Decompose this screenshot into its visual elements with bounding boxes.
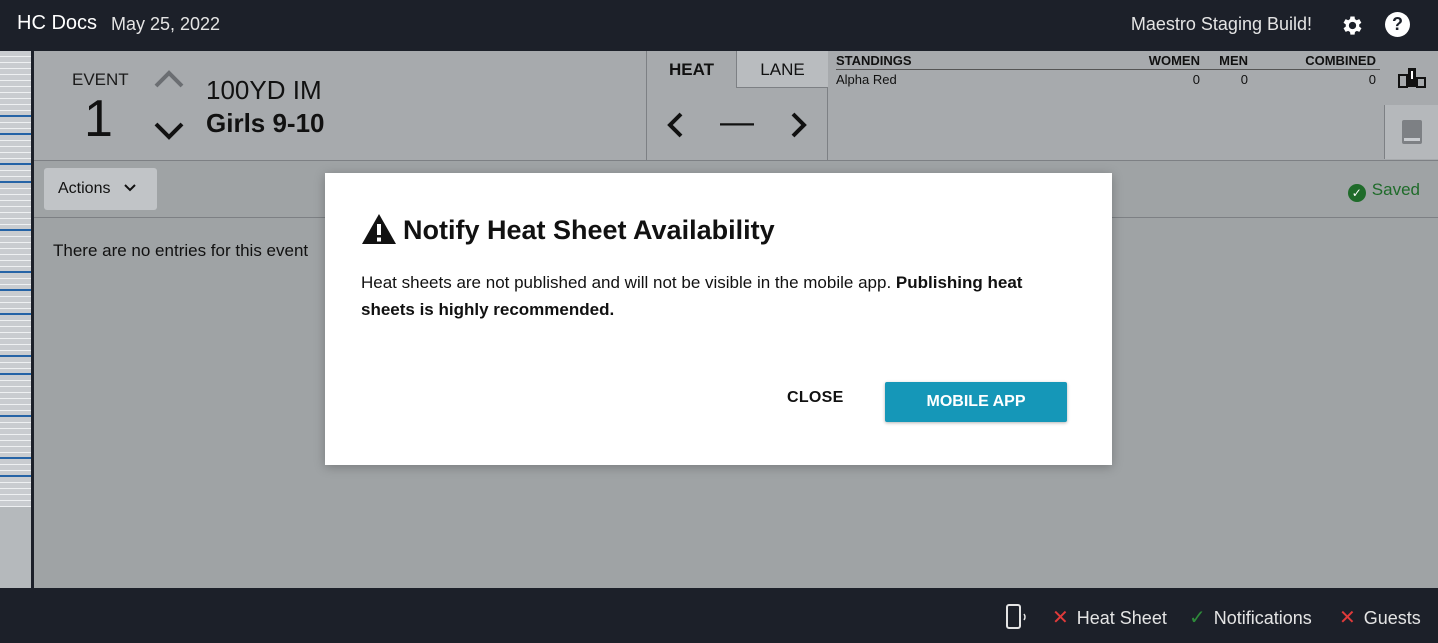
- men-header: MEN: [1219, 53, 1248, 68]
- gear-icon[interactable]: [1340, 13, 1365, 38]
- actions-label: Actions: [58, 180, 111, 197]
- standings-header: STANDINGS WOMEN MEN COMBINED: [836, 53, 1380, 70]
- book-button[interactable]: [1384, 105, 1438, 159]
- actions-button[interactable]: Actions: [44, 168, 157, 210]
- dialog-title: Notify Heat Sheet Availability: [361, 213, 775, 246]
- dialog-body: Heat sheets are not published and will n…: [361, 269, 1081, 323]
- women-score: 0: [1192, 72, 1200, 87]
- top-bar: HC Docs May 25, 2022 Maestro Staging Bui…: [0, 0, 1438, 51]
- men-score: 0: [1240, 72, 1248, 87]
- event-number: 1: [84, 90, 113, 148]
- combined-header: COMBINED: [1305, 53, 1376, 68]
- dialog-title-text: Notify Heat Sheet Availability: [403, 215, 775, 245]
- x-icon: ✕: [1339, 607, 1356, 629]
- warning-icon: [362, 214, 396, 244]
- table-row: Alpha Red 0 0 0: [836, 72, 1380, 88]
- build-label: Maestro Staging Build!: [1130, 14, 1312, 34]
- notifications-status[interactable]: ✓ Notifications: [1189, 605, 1312, 630]
- empty-message: There are no entries for this event: [53, 241, 309, 260]
- next-heat-icon[interactable]: [789, 111, 809, 139]
- combined-score: 0: [1368, 72, 1376, 87]
- mobile-app-settings-button[interactable]: MOBILE APP SETTINGS: [885, 382, 1067, 450]
- book-icon: [1402, 120, 1422, 144]
- help-icon[interactable]: ?: [1385, 12, 1410, 37]
- check-icon: ✓: [1189, 607, 1206, 629]
- previous-event-icon[interactable]: [152, 66, 186, 90]
- lane-row: [0, 501, 31, 507]
- mobile-device-icon[interactable]: [1004, 604, 1030, 630]
- event-header: EVENT 1 100YD IM Girls 9-10 HEAT LANE — …: [34, 51, 1438, 161]
- lane-strip[interactable]: [0, 51, 34, 588]
- team-name: Alpha Red: [836, 72, 897, 87]
- dialog-body-text: Heat sheets are not published and will n…: [361, 273, 896, 292]
- x-icon: ✕: [1052, 607, 1069, 629]
- heat-sheet-label: Heat Sheet: [1076, 608, 1167, 628]
- meet-date: May 25, 2022: [111, 14, 221, 34]
- standings-title: STANDINGS: [836, 53, 912, 68]
- standings-table: STANDINGS WOMEN MEN COMBINED Alpha Red 0…: [834, 51, 1380, 161]
- saved-label: Saved: [1371, 180, 1420, 199]
- guests-status[interactable]: ✕ Guests: [1339, 605, 1421, 630]
- close-button[interactable]: CLOSE: [787, 389, 844, 407]
- women-header: WOMEN: [1148, 53, 1200, 68]
- tab-heat[interactable]: HEAT: [647, 51, 736, 88]
- next-event-icon[interactable]: [152, 119, 186, 143]
- heat-sheet-status[interactable]: ✕ Heat Sheet: [1052, 605, 1167, 630]
- check-circle-icon: ✓: [1347, 184, 1366, 202]
- notifications-label: Notifications: [1213, 608, 1312, 628]
- notify-dialog: Notify Heat Sheet Availability Heat shee…: [325, 173, 1112, 465]
- guests-label: Guests: [1363, 608, 1421, 628]
- app-title[interactable]: HC Docs: [17, 12, 97, 35]
- previous-heat-icon[interactable]: [665, 111, 685, 139]
- event-label: EVENT: [72, 70, 129, 89]
- heat-value: —: [720, 103, 754, 141]
- event-distance: 100YD IM: [206, 75, 322, 105]
- heat-lane-panel: HEAT LANE —: [646, 51, 828, 161]
- tab-lane[interactable]: LANE: [736, 51, 828, 88]
- event-group: Girls 9-10: [206, 108, 325, 138]
- status-bar: ✕ Heat Sheet ✓ Notifications ✕ Guests: [0, 588, 1438, 643]
- saved-status: ✓ Saved: [1347, 180, 1420, 202]
- chevron-down-icon: [124, 184, 136, 192]
- podium-icon[interactable]: [1398, 65, 1426, 89]
